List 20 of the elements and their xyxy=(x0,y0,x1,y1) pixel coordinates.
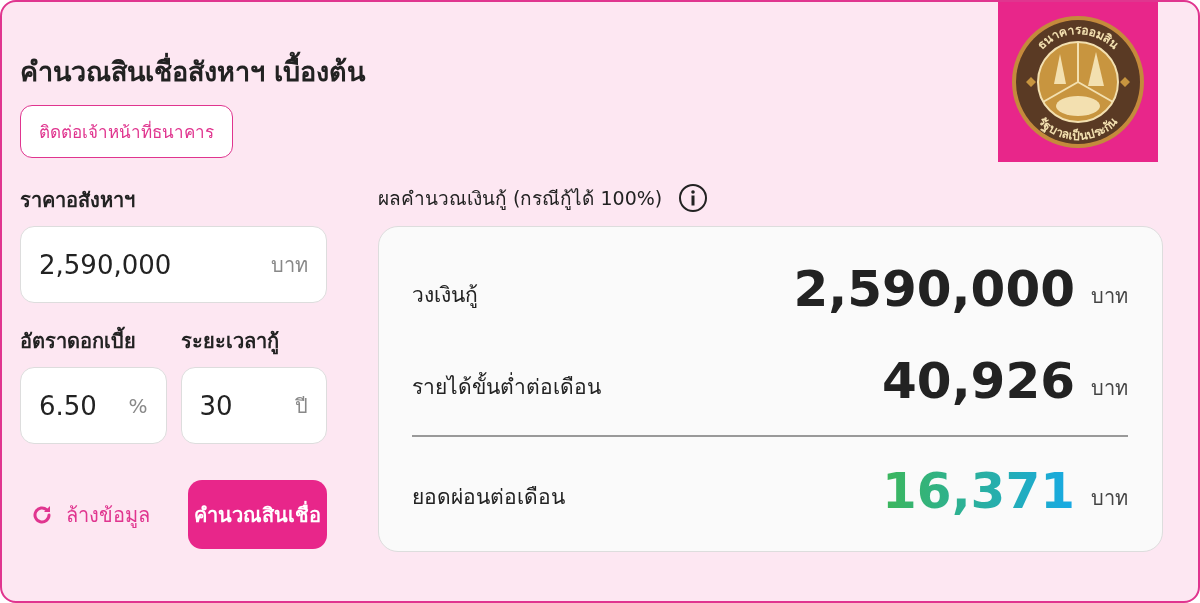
contact-button[interactable]: ติดต่อเจ้าหน้าที่ธนาคาร xyxy=(20,105,233,158)
reset-button[interactable]: ล้างข้อมูล xyxy=(20,498,150,531)
page-title: คำนวณสินเชื่อสังหาฯ เบื้องต้น xyxy=(20,50,366,93)
unit-label: บาท xyxy=(1091,283,1128,310)
result-label: ยอดผ่อนต่อเดือน xyxy=(412,483,565,511)
result-label: วงเงินกู้ xyxy=(412,281,478,310)
calculate-button[interactable]: คำนวณสินเชื่อ xyxy=(188,480,327,549)
unit-label: บาท xyxy=(1091,485,1128,512)
result-value: 2,590,000 xyxy=(793,264,1075,314)
field-label: อัตราดอกเบี้ย xyxy=(20,325,167,357)
input-field[interactable]: 30 ปี xyxy=(180,367,327,444)
unit-label: บาท xyxy=(1091,375,1128,402)
input-field[interactable]: 6.50 % xyxy=(20,367,167,444)
info-icon[interactable] xyxy=(678,183,709,213)
field-label: ราคาอสังหาฯ xyxy=(20,187,136,214)
result-value: 40,926 xyxy=(882,356,1075,406)
field-label: ระยะเวลากู้ xyxy=(180,328,280,357)
result-heading: ผลคำนวณเงินกู้ (กรณีกู้ได้ 100%) xyxy=(378,186,663,212)
input-field[interactable]: 2,590,000 บาท xyxy=(20,226,327,303)
result-label: รายได้ขั้นต่ำต่อเดือน xyxy=(412,371,601,401)
